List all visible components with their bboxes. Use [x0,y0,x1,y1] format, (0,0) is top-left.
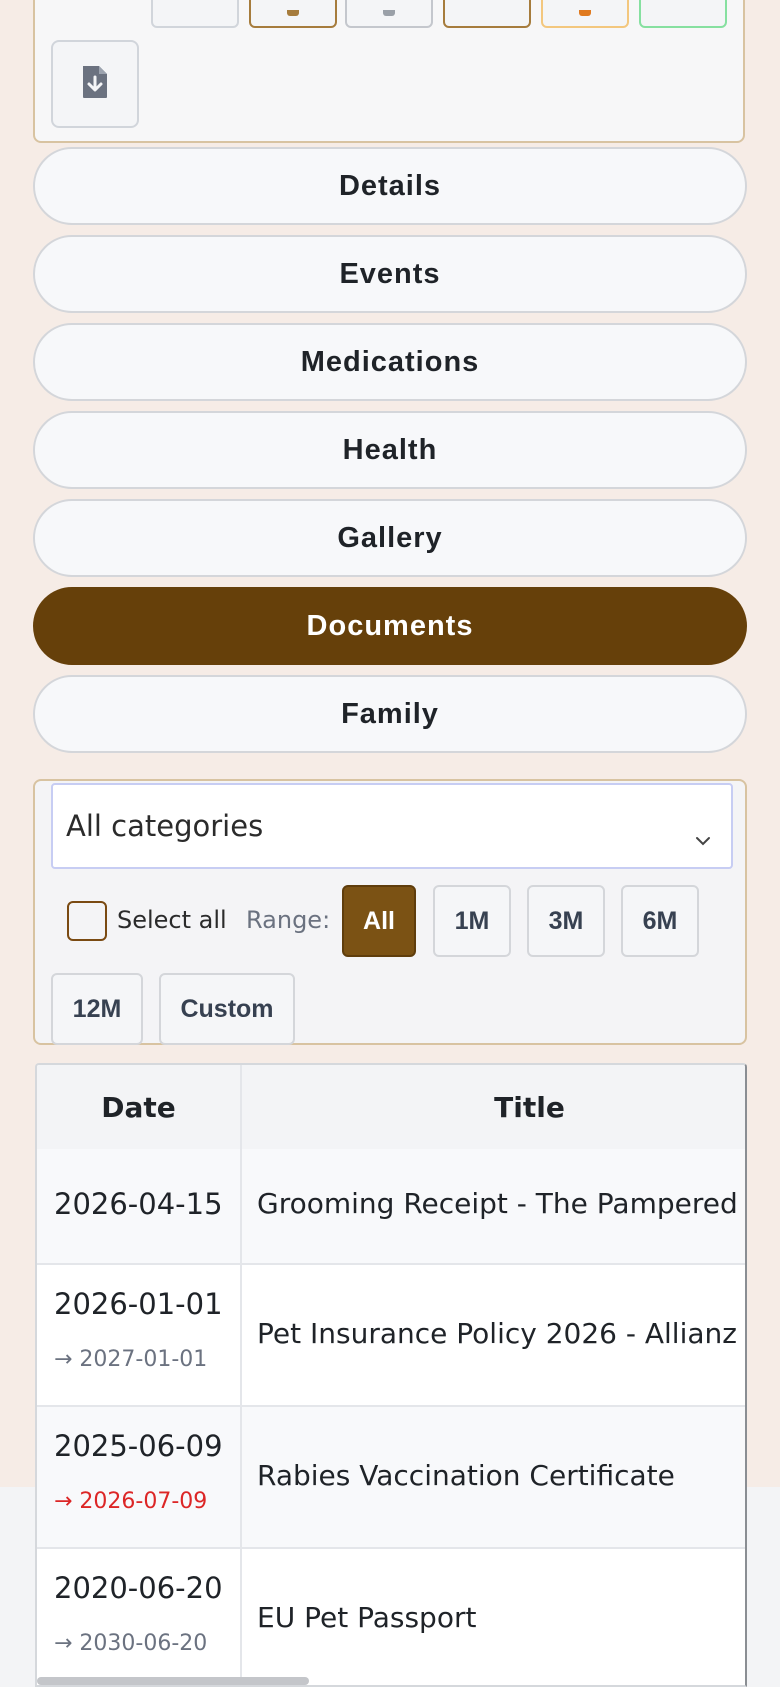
toolbar-button-2[interactable] [249,0,337,28]
filter-panel: All categories Select all Range: All 1M … [33,779,747,1045]
document-expiry-date: → 2027-01-01 [54,1347,208,1372]
document-title[interactable]: Rabies Vaccination Certificate [257,1459,675,1492]
toolbar-button-4[interactable] [443,0,531,28]
range-all-button[interactable]: All [342,885,416,957]
toolbar-button-5[interactable] [541,0,629,28]
document-date: 2026-04-15 [54,1187,223,1221]
column-header-title[interactable]: Title [242,1065,745,1149]
column-divider [240,1407,242,1547]
select-all-checkbox[interactable] [67,901,107,941]
range-custom-button[interactable]: Custom [159,973,295,1045]
tab-medications[interactable]: Medications [33,323,747,401]
range-12m-button[interactable]: 12M [51,973,143,1045]
tab-gallery[interactable]: Gallery [33,499,747,577]
document-title[interactable]: Grooming Receipt - The Pampered Paw [257,1187,745,1220]
range-label: Range: [246,906,331,934]
file-download-icon [79,64,111,104]
document-expiry-date: → 2030-06-20 [54,1631,208,1656]
tab-family[interactable]: Family [33,675,747,753]
horizontal-scrollbar[interactable] [37,1677,309,1685]
toolbar-card [33,0,745,143]
chevron-down-icon [695,819,711,853]
category-select[interactable]: All categories [51,783,733,869]
document-title[interactable]: Pet Insurance Policy 2026 - Allianz [257,1317,737,1350]
tab-health[interactable]: Health [33,411,747,489]
tab-documents[interactable]: Documents [33,587,747,665]
toolbar-button-1[interactable] [151,0,239,28]
column-header-date[interactable]: Date [37,1065,240,1149]
document-expiry-date-expired: → 2026-07-09 [54,1489,208,1514]
document-date: 2020-06-20 [54,1571,223,1605]
toolbar-button-6[interactable] [639,0,727,28]
documents-table: Date Title 2026-04-15 Grooming Receipt -… [35,1063,747,1687]
table-row[interactable]: 2020-06-20 → 2030-06-20 EU Pet Passport [37,1549,745,1685]
column-divider [240,1265,242,1405]
table-header: Date Title [37,1065,745,1151]
select-all-label: Select all [117,906,227,934]
column-divider [240,1549,242,1685]
toolbar-button-3[interactable] [345,0,433,28]
category-select-value: All categories [66,809,264,843]
table-row[interactable]: 2026-01-01 → 2027-01-01 Pet Insurance Po… [37,1265,745,1407]
tab-details[interactable]: Details [33,147,747,225]
range-3m-button[interactable]: 3M [527,885,605,957]
document-date: 2026-01-01 [54,1287,223,1321]
column-divider [240,1149,242,1263]
export-document-button[interactable] [51,40,139,128]
document-title[interactable]: EU Pet Passport [257,1601,476,1634]
table-row[interactable]: 2025-06-09 → 2026-07-09 Rabies Vaccinati… [37,1407,745,1549]
tab-events[interactable]: Events [33,235,747,313]
range-6m-button[interactable]: 6M [621,885,699,957]
range-1m-button[interactable]: 1M [433,885,511,957]
document-date: 2025-06-09 [54,1429,223,1463]
table-row[interactable]: 2026-04-15 Grooming Receipt - The Pamper… [37,1149,745,1265]
